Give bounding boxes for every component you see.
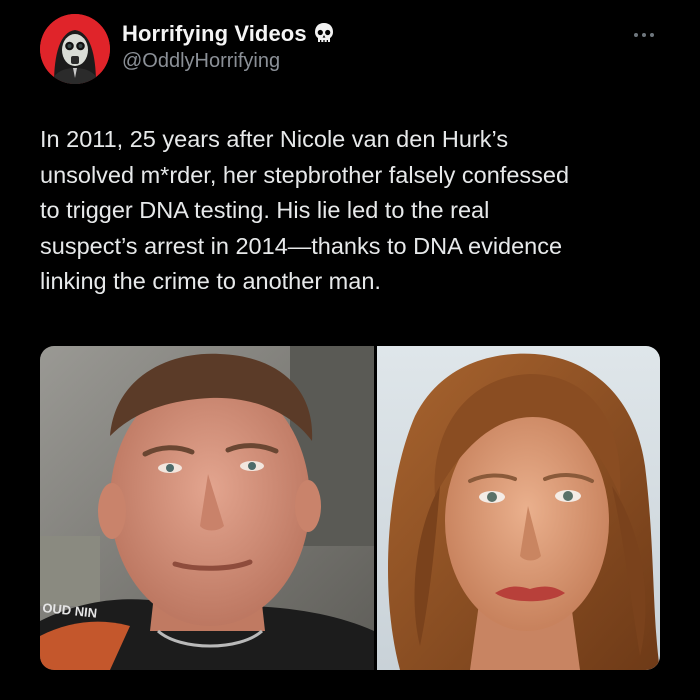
- girl-portrait: [377, 346, 660, 670]
- post-text-line: suspect’s arrest in 2014—thanks to DNA e…: [40, 232, 563, 259]
- gasmask-avatar-icon: [40, 14, 110, 84]
- skull-icon: [313, 22, 335, 46]
- post-text-line: In 2011, 25 years after Nicole van den H…: [40, 126, 509, 152]
- post-text-line: linking the crime to another man.: [40, 268, 381, 294]
- display-name[interactable]: Horrifying Videos: [122, 21, 307, 47]
- post-media[interactable]: OUD NIN: [40, 346, 660, 670]
- ellipsis-dot: [650, 33, 654, 37]
- ellipsis-dot: [642, 33, 646, 37]
- author-handle[interactable]: @OddlyHorrifying: [122, 50, 335, 73]
- ellipsis-icon[interactable]: [634, 30, 660, 40]
- tweet-card: Horrifying Videos @OddlyHorrifying In 20…: [0, 0, 700, 700]
- man-portrait: OUD NIN: [40, 346, 374, 670]
- author-identity: Horrifying Videos @OddlyHorrifying: [122, 20, 335, 73]
- post-text-line: unsolved m*rder, her stepbrother falsely…: [40, 161, 570, 188]
- post-text: In 2011, 25 years after Nicole van den H…: [40, 122, 670, 300]
- display-name-row: Horrifying Videos: [122, 20, 335, 48]
- ellipsis-dot: [634, 33, 638, 37]
- post-header: Horrifying Videos @OddlyHorrifying: [40, 14, 660, 84]
- avatar[interactable]: [40, 14, 110, 84]
- post-text-line: to trigger DNA testing. His lie led to t…: [40, 197, 490, 223]
